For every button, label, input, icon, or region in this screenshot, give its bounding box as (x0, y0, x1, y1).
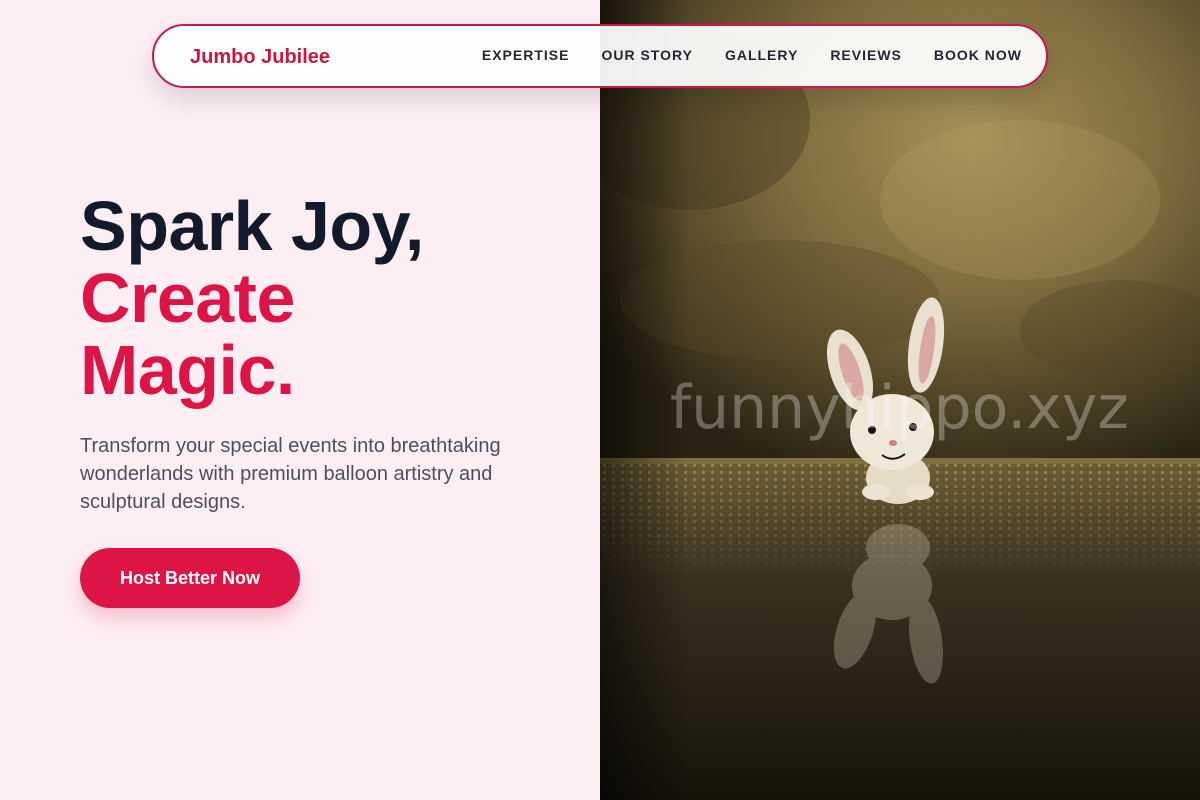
top-navbar: Jumbo Jubilee EXPERTISE OUR STORY GALLER… (152, 24, 1048, 88)
nav-item-gallery: GALLERY (725, 47, 798, 65)
nav-link-book-now[interactable]: BOOK NOW (934, 47, 1022, 63)
nav-item-reviews: REVIEWS (830, 47, 902, 65)
nav-link-our-story[interactable]: OUR STORY (601, 47, 692, 63)
nav-item-our-story: OUR STORY (601, 47, 692, 65)
nav-link-gallery[interactable]: GALLERY (725, 47, 798, 63)
hero-title-line-2: Create (80, 259, 295, 337)
landing-page: Spark Joy, Create Magic. Transform your … (0, 0, 1200, 800)
nav-item-book-now: BOOK NOW (934, 47, 1022, 65)
hero-left-panel: Spark Joy, Create Magic. Transform your … (0, 0, 600, 800)
hero-title-line-3: Magic. (80, 331, 295, 409)
host-better-now-button[interactable]: Host Better Now (80, 548, 300, 608)
hero-image: funnyhippo.xyz (600, 0, 1200, 800)
nav-link-reviews[interactable]: REVIEWS (830, 47, 902, 63)
brand-logo-link[interactable]: Jumbo Jubilee (190, 45, 330, 69)
watermark-text: funnyhippo.xyz (670, 373, 1129, 443)
hero-title-line-1: Spark Joy, (80, 187, 424, 265)
hero-title: Spark Joy, Create Magic. (80, 190, 424, 406)
nav-links: EXPERTISE OUR STORY GALLERY REVIEWS BOOK… (482, 26, 1022, 86)
hero-subtitle: Transform your special events into breat… (80, 435, 501, 513)
nav-item-expertise: EXPERTISE (482, 47, 570, 65)
nav-link-expertise[interactable]: EXPERTISE (482, 47, 570, 63)
